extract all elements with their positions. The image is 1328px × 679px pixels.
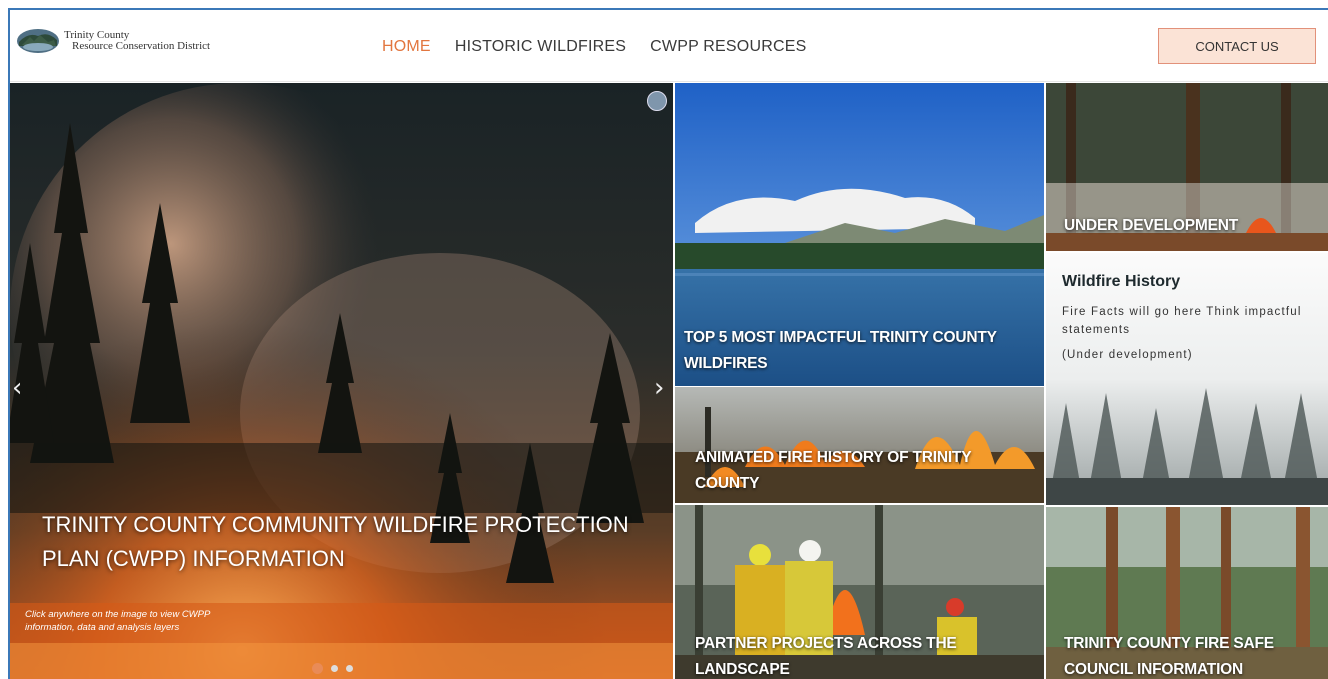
wildfire-history-text: Fire Facts will go here Think impactful … [1062, 306, 1302, 336]
partner-caption[interactable]: PARTNER PROJECTS ACROSS THE LANDSCAPE [695, 631, 1015, 679]
nav-home[interactable]: HOME [382, 38, 431, 56]
slide-dot-1[interactable] [312, 663, 323, 674]
tile-animated-fire-history[interactable]: ANIMATED FIRE HISTORY OF TRINITY COUNTY [675, 387, 1044, 503]
slide-dot-2[interactable] [331, 665, 338, 672]
hero-info-icon[interactable] [647, 91, 667, 111]
fire-safe-caption[interactable]: TRINITY COUNTY FIRE SAFE COUNCIL INFORMA… [1064, 631, 1324, 679]
tile-top5-wildfires[interactable]: TOP 5 MOST IMPACTFUL TRINITY COUNTY WILD… [675, 83, 1044, 386]
slide-dot-3[interactable] [346, 665, 353, 672]
hero-slider[interactable]: ‹ › TRINITY COUNTY COMMUNITY WILDFIRE PR… [10, 83, 673, 679]
logo-badge-icon [17, 29, 59, 53]
page-frame: Trinity County Resource Conservation Dis… [8, 8, 1328, 679]
tile-fire-safe-council[interactable]: TRINITY COUNTY FIRE SAFE COUNCIL INFORMA… [1046, 507, 1328, 679]
hero-prev-icon[interactable]: ‹ [12, 373, 22, 403]
tile-wildfire-history[interactable]: Wildfire History Fire Facts will go here… [1046, 253, 1328, 505]
logo-line2: Resource Conservation District [72, 40, 211, 52]
hero-slide-indicators [312, 663, 353, 674]
hero-title[interactable]: TRINITY COUNTY COMMUNITY WILDFIRE PROTEC… [42, 508, 652, 576]
under-dev-caption[interactable]: UNDER DEVELOPMENT [1064, 213, 1324, 239]
wildfire-history-status: (Under development) [1062, 349, 1193, 361]
site-header: Trinity County Resource Conservation Dis… [10, 10, 1328, 82]
main-nav: HOME HISTORIC WILDFIRES CWPP RESOURCES [382, 38, 806, 56]
top5-caption[interactable]: TOP 5 MOST IMPACTFUL TRINITY COUNTY WILD… [684, 325, 1039, 377]
site-logo[interactable]: Trinity County Resource Conservation Dis… [16, 28, 210, 54]
tile-under-development[interactable]: UNDER DEVELOPMENT [1046, 83, 1328, 251]
nav-cwpp-resources[interactable]: CWPP RESOURCES [650, 38, 806, 56]
hero-hint: Click anywhere on the image to view CWPP… [25, 609, 210, 633]
logo-text: Trinity County Resource Conservation Dis… [64, 30, 210, 52]
hero-next-icon[interactable]: › [654, 373, 664, 403]
tile-partner-projects[interactable]: PARTNER PROJECTS ACROSS THE LANDSCAPE [675, 505, 1044, 679]
wildfire-history-title: Wildfire History [1062, 273, 1181, 290]
animated-caption[interactable]: ANIMATED FIRE HISTORY OF TRINITY COUNTY [695, 445, 1015, 497]
nav-historic-wildfires[interactable]: HISTORIC WILDFIRES [455, 38, 626, 56]
contact-us-button[interactable]: CONTACT US [1158, 28, 1316, 64]
hero-forest-fire-image [10, 83, 673, 679]
